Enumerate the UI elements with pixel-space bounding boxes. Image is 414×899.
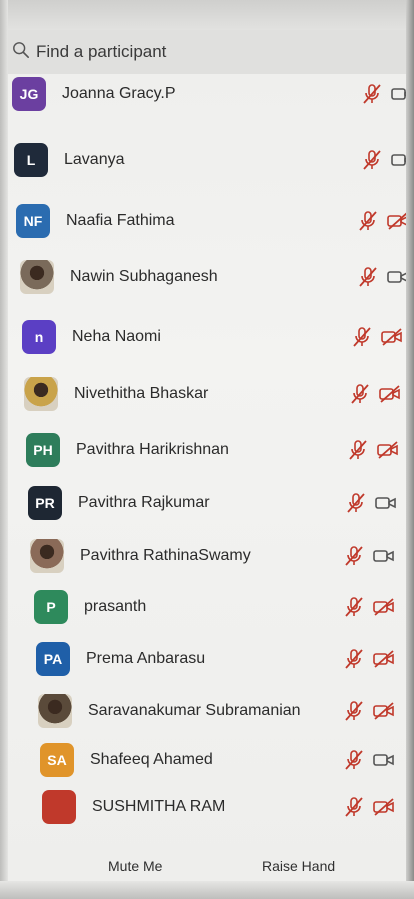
participants-panel: JG Joanna Gracy.P L Lavanya NF Naafia Fathima… [0, 0, 414, 899]
avatar-initials: PA [43, 651, 63, 667]
video-off-icon[interactable] [380, 325, 404, 354]
mic-muted-icon[interactable] [348, 382, 372, 411]
participant-row[interactable]: L Lavanya [8, 134, 406, 186]
avatar: L [14, 143, 48, 177]
video-camera-icon[interactable] [372, 748, 396, 777]
avatar: P [34, 590, 68, 624]
window-frame-left [0, 0, 8, 899]
mic-muted-icon[interactable] [342, 647, 366, 676]
participant-name: Naafia Fathima [66, 212, 175, 229]
participant-list: JG Joanna Gracy.P L Lavanya NF Naafia Fathima… [8, 74, 406, 844]
participant-row[interactable]: PR Pavithra Rajkumar [8, 477, 406, 529]
participant-row[interactable]: Nawin Subhaganesh [8, 251, 406, 303]
participant-status-icons [346, 438, 400, 467]
avatar [38, 694, 72, 728]
participant-status-icons [342, 544, 396, 573]
mic-muted-icon[interactable] [342, 748, 366, 777]
participant-name: Lavanya [64, 151, 125, 168]
avatar-initials: NF [23, 213, 43, 229]
video-off-icon[interactable] [386, 209, 406, 238]
participant-status-icons [350, 325, 404, 354]
participant-status-icons [360, 82, 406, 111]
avatar [30, 539, 64, 573]
participant-row[interactable]: n Neha Naomi [8, 311, 406, 363]
search-input[interactable] [36, 42, 376, 62]
participant-status-icons [342, 699, 396, 728]
participant-status-icons [344, 491, 398, 520]
video-off-icon[interactable] [372, 595, 396, 624]
mute-me-button[interactable]: Mute Me [108, 858, 162, 874]
video-camera-icon[interactable] [386, 265, 406, 294]
mic-muted-icon[interactable] [342, 544, 366, 573]
video-off-icon[interactable] [372, 647, 396, 676]
participant-row[interactable]: Pavithra RathinaSwamy [8, 530, 406, 582]
avatar-initials: PR [35, 495, 55, 511]
window-frame-right [406, 0, 414, 899]
video-off-icon[interactable] [378, 382, 402, 411]
participant-row[interactable]: Nivethitha Bhaskar [8, 368, 406, 420]
mic-muted-icon[interactable] [356, 265, 380, 294]
avatar-initials: P [46, 599, 56, 615]
avatar [20, 260, 54, 294]
avatar-initials: L [26, 152, 36, 168]
participant-row[interactable]: PA Prema Anbarasu [8, 633, 406, 685]
mic-muted-icon[interactable] [350, 325, 374, 354]
avatar: n [22, 320, 56, 354]
participant-row[interactable]: NF Naafia Fathima [8, 195, 406, 247]
participant-status-icons [360, 148, 406, 177]
participant-status-icons [348, 382, 402, 411]
participant-row[interactable]: SUSHMITHA RAM [8, 781, 406, 833]
video-camera-icon[interactable] [390, 82, 406, 111]
video-off-icon[interactable] [372, 795, 396, 824]
video-camera-icon[interactable] [390, 148, 406, 177]
video-camera-icon[interactable] [372, 544, 396, 573]
avatar-initials: JG [19, 86, 39, 102]
mic-muted-icon[interactable] [346, 438, 370, 467]
avatar: PH [26, 433, 60, 467]
mic-muted-icon[interactable] [342, 699, 366, 728]
participant-row[interactable]: Pprasanth [8, 581, 406, 633]
video-camera-icon[interactable] [374, 491, 398, 520]
search-bar[interactable] [8, 30, 406, 74]
participant-row[interactable]: SA Shafeeq Ahamed [8, 734, 406, 786]
avatar-initials: PH [33, 442, 53, 458]
mic-muted-icon[interactable] [344, 491, 368, 520]
mic-muted-icon[interactable] [360, 82, 384, 111]
mic-muted-icon[interactable] [342, 795, 366, 824]
avatar: PA [36, 642, 70, 676]
mic-muted-icon[interactable] [356, 209, 380, 238]
participant-status-icons [342, 647, 396, 676]
participant-row[interactable]: PH Pavithra Harikrishnan [8, 424, 406, 476]
participant-status-icons [342, 595, 396, 624]
avatar [24, 377, 58, 411]
participant-status-icons [356, 265, 406, 294]
avatar: SA [40, 743, 74, 777]
raise-hand-button[interactable]: Raise Hand [262, 858, 335, 874]
window-frame-bottom [0, 881, 414, 899]
avatar: PR [28, 486, 62, 520]
participant-status-icons [342, 748, 396, 777]
avatar-initials: n [34, 329, 44, 345]
participant-status-icons [356, 209, 406, 238]
search-icon [12, 41, 30, 64]
participant-name: Joanna Gracy.P [62, 85, 176, 102]
video-off-icon[interactable] [372, 699, 396, 728]
avatar: NF [16, 204, 50, 238]
avatar: JG [12, 77, 46, 111]
avatar [42, 790, 76, 824]
video-off-icon[interactable] [376, 438, 400, 467]
avatar-initials: SA [47, 752, 67, 768]
mic-muted-icon[interactable] [342, 595, 366, 624]
participant-status-icons [342, 795, 396, 824]
participant-row[interactable]: JG Joanna Gracy.P [8, 74, 406, 120]
participant-row[interactable]: Saravanakumar Subramanian [8, 685, 406, 737]
window-frame-top [0, 0, 414, 30]
mic-muted-icon[interactable] [360, 148, 384, 177]
